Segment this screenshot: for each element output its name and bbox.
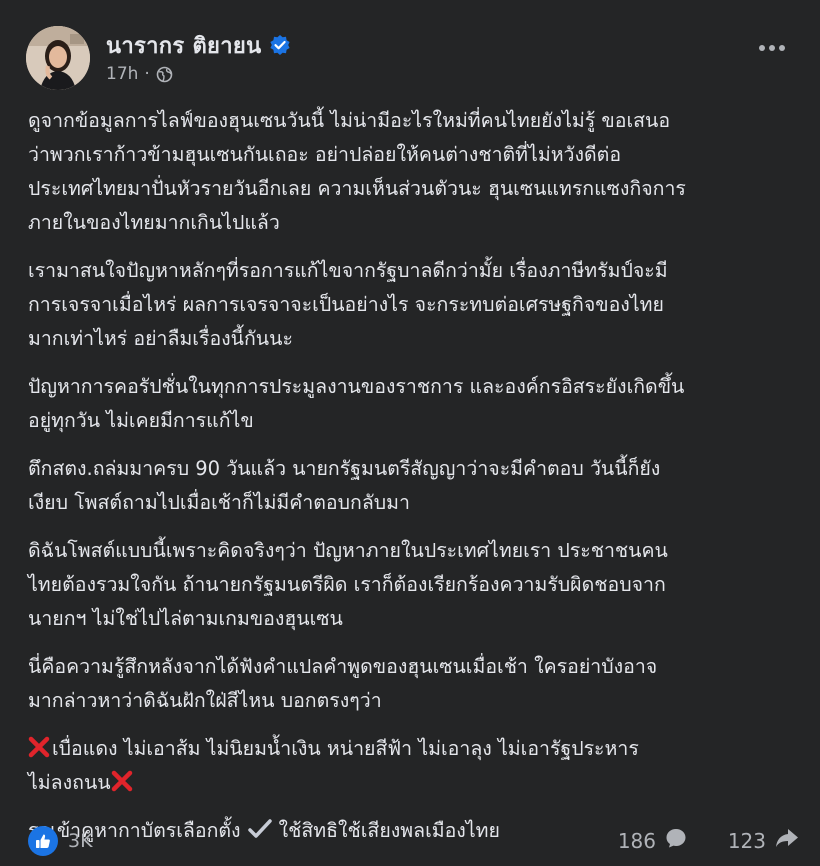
author-avatar[interactable] (26, 26, 90, 90)
post-paragraph: นี่คือความรู้สึกหลังจากได้ฟังคำแปลคำพูดข… (28, 655, 658, 712)
post-paragraph: ดูจากข้อมูลการไลฟ์ของฮุนเซนวันนี้ ไม่น่า… (28, 109, 686, 234)
post-header: นารากร ติยายน 17h · (24, 24, 796, 94)
comment-icon (664, 826, 688, 855)
like-count: 3K (68, 830, 93, 852)
shares-count-button[interactable]: 123 (728, 826, 800, 855)
post-footer: 3K 186 123 (28, 822, 800, 862)
more-options-icon[interactable] (754, 30, 790, 66)
more-dot (759, 45, 765, 51)
post-paragraph: ปัญหาการคอรัปชั่นในทุกการประมูลงานของราช… (28, 375, 685, 432)
post-paragraph: เรามาสนใจปัญหาหลักๆที่รอการแก้ไขจากรัฐบา… (28, 259, 668, 350)
more-dot (769, 45, 775, 51)
cross-mark-icon (28, 735, 50, 758)
colors-paragraph: เบื่อแดง ไม่เอาส้ม ไม่นิยมน้ำเงิน หน่ายส… (28, 732, 800, 800)
author-name-row: นารากร ติยายน (106, 30, 291, 60)
verified-badge-icon (269, 34, 291, 56)
post-timestamp[interactable]: 17h (106, 64, 138, 84)
thumbs-up-icon (28, 826, 58, 856)
post-paragraph: ตึกสตง.ถล่มมาครบ 90 วันแล้ว นายกรัฐมนตรี… (28, 457, 661, 514)
meta-separator: · (144, 64, 150, 84)
cross-mark-icon (111, 769, 133, 792)
facebook-post-card: นารากร ติยายน 17h · ดูจากข้อมูลการไลฟ์ขอ… (0, 0, 820, 866)
colors-line-text-end: ไม่ลงถนน (28, 771, 111, 794)
globe-icon[interactable] (156, 66, 173, 83)
share-count: 123 (727, 828, 766, 853)
comment-count: 186 (617, 828, 656, 853)
author-name[interactable]: นารากร ติยายน (106, 28, 261, 63)
comments-count-button[interactable]: 186 (618, 826, 688, 855)
share-icon (774, 826, 800, 855)
post-text: ดูจากข้อมูลการไลฟ์ของฮุนเซนวันนี้ ไม่น่า… (28, 104, 800, 862)
post-meta: 17h · (106, 64, 173, 84)
more-dot (779, 45, 785, 51)
colors-line-text: เบื่อแดง ไม่เอาส้ม ไม่นิยมน้ำเงิน หน่ายส… (52, 737, 639, 760)
reactions-summary[interactable]: 3K (28, 826, 93, 856)
post-paragraph: ดิฉันโพสต์แบบนี้เพราะคิดจริงๆว่า ปัญหาภา… (28, 539, 668, 630)
